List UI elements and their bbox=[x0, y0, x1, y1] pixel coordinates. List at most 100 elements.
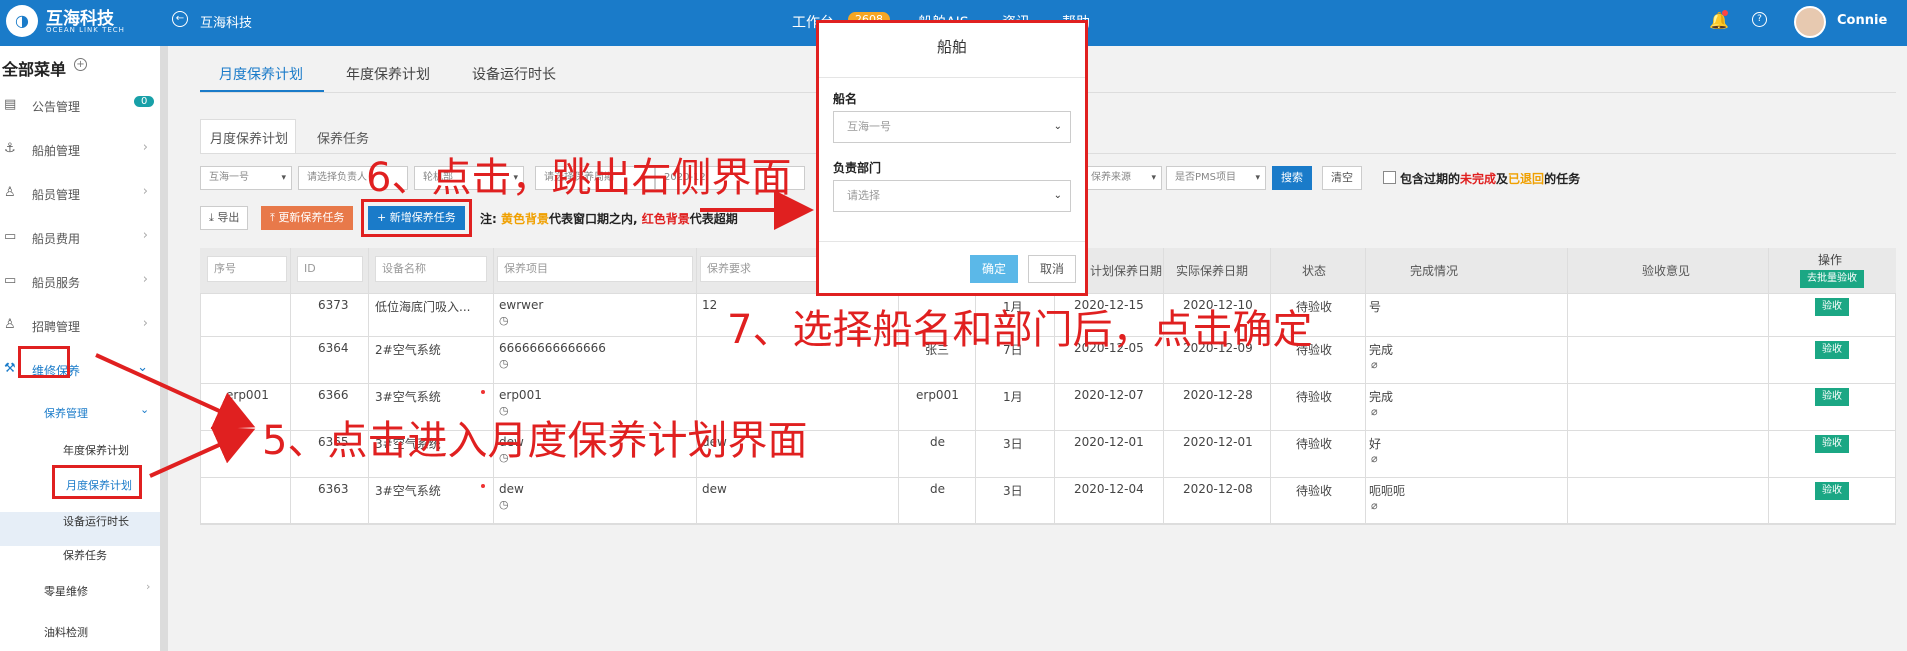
chevron-down-icon: ⌄ bbox=[1053, 190, 1062, 201]
sidebar-item-crew[interactable]: ♙ 船员管理 › bbox=[0, 178, 160, 208]
cell-item: ewrwer bbox=[499, 298, 544, 312]
dept-label: 负责部门 bbox=[833, 161, 882, 175]
overdue-mid: 及 bbox=[1496, 172, 1509, 186]
paperclip-icon[interactable]: ⌀ bbox=[1371, 452, 1378, 465]
add-menu-icon[interactable]: + bbox=[74, 58, 87, 71]
sidebar-item-ship[interactable]: ⚓ 船舶管理 › bbox=[0, 134, 160, 164]
cell-person: de bbox=[930, 435, 945, 449]
pms-filter[interactable]: 是否PMS项目 ▾ bbox=[1166, 166, 1266, 190]
sidebar-sub-group[interactable]: 保养管理 bbox=[44, 405, 88, 421]
monitor-icon: ▭ bbox=[4, 273, 17, 288]
confirm-button[interactable]: 确定 bbox=[970, 255, 1018, 283]
sidebar-item-crew-service[interactable]: ▭ 船员服务 › bbox=[0, 266, 160, 296]
status-header: 状态 bbox=[1302, 264, 1327, 278]
sidebar-item-label: 招聘管理 bbox=[32, 320, 81, 334]
breadcrumb: 互海科技 bbox=[200, 16, 253, 31]
cell-plan-date: 2020-12-04 bbox=[1074, 482, 1144, 496]
export-button[interactable]: ⤓ 导出 bbox=[200, 206, 249, 230]
overdue-checkbox[interactable] bbox=[1383, 171, 1396, 184]
cell-device: 3#空气系统 bbox=[375, 484, 441, 498]
avatar[interactable] bbox=[1794, 6, 1826, 38]
update-task-button[interactable]: ⤒ 更新保养任务 bbox=[261, 206, 354, 230]
accept-button[interactable]: 验收 bbox=[1815, 341, 1849, 359]
col-line bbox=[1365, 248, 1366, 524]
sidebar-item-oil[interactable]: 油料检测 bbox=[44, 624, 88, 640]
person-icon: ♙ bbox=[4, 185, 16, 200]
help-icon[interactable]: ? bbox=[1752, 12, 1767, 27]
source-filter[interactable]: 保养来源 ▾ bbox=[1082, 166, 1162, 190]
cell-done: 完成 bbox=[1369, 343, 1394, 357]
paperclip-icon[interactable]: ⌀ bbox=[1371, 358, 1378, 371]
id-filter-input[interactable]: ID bbox=[297, 256, 363, 282]
chevron-down-icon: ⌄ bbox=[1053, 121, 1062, 132]
annotation-box-maintenance bbox=[18, 346, 70, 378]
cell-person: de bbox=[930, 482, 945, 496]
sidebar-item-label: 船员费用 bbox=[32, 232, 81, 246]
col-line bbox=[1768, 248, 1769, 524]
overdue-label: 包含过期的未完成及已退回的任务 bbox=[1400, 170, 1580, 187]
tab-maintenance-task[interactable]: 保养任务 bbox=[317, 128, 369, 147]
ship-filter[interactable]: 互海一号 ▾ bbox=[200, 166, 292, 190]
tab-annual-plan[interactable]: 年度保养计划 bbox=[346, 64, 430, 84]
back-icon[interactable]: ← bbox=[172, 11, 188, 27]
export-label: 导出 bbox=[217, 211, 240, 224]
cell-device: 2#空气系统 bbox=[375, 343, 441, 357]
user-name[interactable]: Connie bbox=[1837, 13, 1887, 28]
sidebar-item-recruit[interactable]: ♙ 招聘管理 › bbox=[0, 310, 160, 340]
batch-accept-button[interactable]: 去批量验收 bbox=[1800, 270, 1864, 288]
device-filter-input[interactable]: 设备名称 bbox=[375, 256, 487, 282]
search-button[interactable]: 搜索 bbox=[1272, 166, 1312, 190]
paperclip-icon[interactable]: ⌀ bbox=[1371, 405, 1378, 418]
clear-button[interactable]: 清空 bbox=[1322, 166, 1362, 190]
source-filter-value: 保养来源 bbox=[1091, 172, 1131, 183]
cell-status: 待验收 bbox=[1296, 484, 1333, 498]
row-line bbox=[200, 383, 1896, 384]
cell-done: 呃呃呃 bbox=[1369, 484, 1406, 498]
accept-button[interactable]: 验收 bbox=[1815, 435, 1849, 453]
sidebar-item-notice[interactable]: ▤ 公告管理 0 bbox=[0, 90, 160, 120]
annotation-step5: 5、点击进入月度保养计划界面 bbox=[262, 418, 808, 464]
row-line bbox=[200, 524, 1896, 525]
dept-select[interactable]: 请选择 ⌄ bbox=[833, 180, 1071, 212]
cell-actual-date: 2020-12-01 bbox=[1183, 435, 1253, 449]
col-line bbox=[493, 248, 494, 524]
chevron-right-icon: › bbox=[142, 272, 148, 287]
cell-done: 好 bbox=[1369, 437, 1382, 451]
accept-button[interactable]: 验收 bbox=[1815, 388, 1849, 406]
cell-done: 完成 bbox=[1369, 390, 1394, 404]
annotation-box-add bbox=[361, 199, 472, 237]
ship-name-select[interactable]: 互海一号 ⌄ bbox=[833, 111, 1071, 143]
cell-device: 3#空气系统 bbox=[375, 390, 441, 404]
cell-req: 12 bbox=[702, 298, 718, 312]
cell-id: 6364 bbox=[318, 341, 349, 355]
ship-name-label: 船名 bbox=[833, 92, 858, 106]
sidebar-sub-runtime[interactable]: 设备运行时长 bbox=[63, 513, 129, 529]
annotation-step7: 7、选择船名和部门后，点击确定 bbox=[727, 307, 1313, 353]
seq-filter-input[interactable]: 序号 bbox=[207, 256, 287, 282]
sidebar-sub-annual[interactable]: 年度保养计划 bbox=[63, 442, 129, 458]
accept-button[interactable]: 验收 bbox=[1815, 298, 1849, 316]
req-filter-input[interactable]: 保养要求 bbox=[700, 256, 820, 282]
cell-id: 6363 bbox=[318, 482, 349, 496]
accept-button[interactable]: 验收 bbox=[1815, 482, 1849, 500]
cell-seq: erp001 bbox=[226, 388, 269, 402]
tab-monthly-plan-inner[interactable]: 月度保养计划 bbox=[210, 128, 288, 147]
chevron-right-icon: › bbox=[142, 316, 148, 331]
sidebar-item-repair[interactable]: 零星维修 bbox=[44, 583, 88, 599]
cell-cycle: 3日 bbox=[1003, 437, 1023, 451]
chevron-right-icon: › bbox=[142, 184, 148, 199]
item-filter-input[interactable]: 保养项目 bbox=[497, 256, 693, 282]
sidebar-item-label: 船员服务 bbox=[32, 276, 81, 290]
red-dot bbox=[481, 390, 485, 394]
sidebar-sub-task[interactable]: 保养任务 bbox=[63, 547, 107, 563]
cancel-button[interactable]: 取消 bbox=[1028, 255, 1076, 283]
sidebar-item-crew-cost[interactable]: ▭ 船员费用 › bbox=[0, 222, 160, 252]
person-filter-value: 请选择负责人 bbox=[307, 172, 367, 183]
tab-monthly-plan[interactable]: 月度保养计划 bbox=[219, 64, 303, 84]
logo-icon: ◑ bbox=[6, 5, 38, 37]
tab-runtime[interactable]: 设备运行时长 bbox=[472, 64, 556, 84]
paperclip-icon[interactable]: ⌀ bbox=[1371, 499, 1378, 512]
pms-filter-value: 是否PMS项目 bbox=[1175, 172, 1237, 183]
overdue-post: 的任务 bbox=[1544, 172, 1581, 186]
cell-status: 待验收 bbox=[1296, 390, 1333, 404]
